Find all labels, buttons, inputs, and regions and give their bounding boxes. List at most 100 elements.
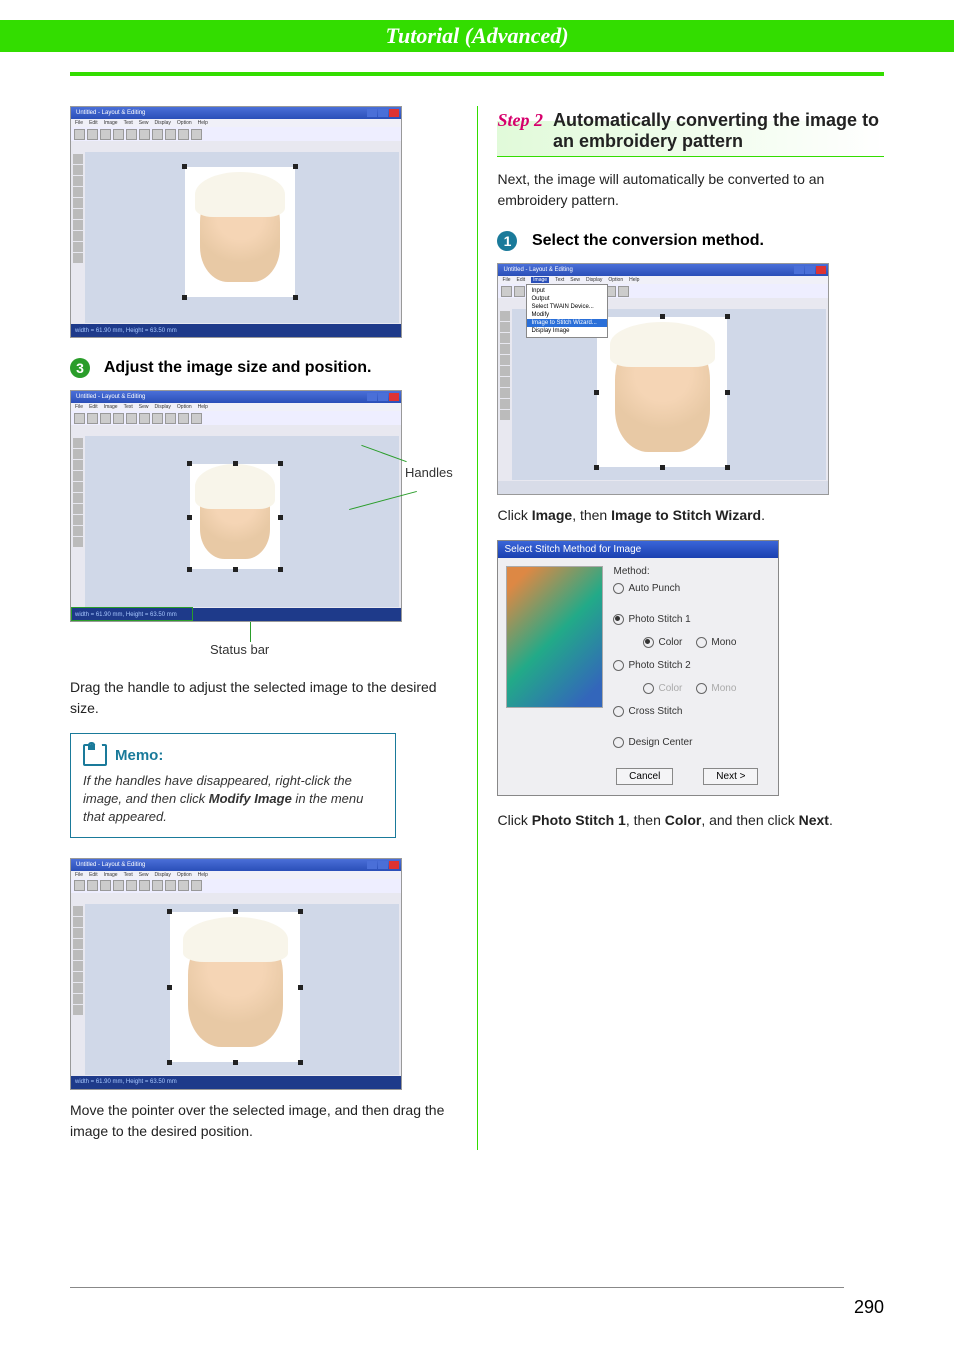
menu-text: Text	[124, 120, 133, 126]
radio-icon	[696, 683, 707, 694]
screenshot-image-loaded: Untitled - Layout & Editing File Edit Im…	[70, 106, 402, 338]
tool-icon	[178, 880, 189, 891]
side-tool-icon	[500, 333, 510, 343]
tool-icon	[178, 413, 189, 424]
side-tool-icon	[73, 961, 83, 971]
tool-icon	[178, 129, 189, 140]
click-image-wizard: Click Image, then Image to Stitch Wizard…	[497, 505, 884, 526]
handle-icon	[182, 164, 187, 169]
footer-rule	[70, 1287, 844, 1288]
face-image	[615, 332, 710, 452]
radio-icon[interactable]	[613, 660, 624, 671]
side-tool-icon	[73, 1005, 83, 1015]
memo-title: Memo:	[115, 747, 163, 764]
header-title: Tutorial (Advanced)	[385, 23, 568, 49]
step1-heading: 1 Select the conversion method.	[497, 231, 884, 251]
handle-icon	[293, 164, 298, 169]
handle-icon	[660, 314, 665, 319]
toolbar	[71, 411, 401, 425]
section-header: Step 2 Automatically converting the imag…	[497, 106, 884, 157]
tool-icon	[165, 880, 176, 891]
header-bar: Tutorial (Advanced)	[0, 20, 954, 52]
tool-sidebar	[72, 152, 84, 323]
cancel-button[interactable]: Cancel	[616, 768, 673, 785]
side-tool-icon	[500, 388, 510, 398]
tool-icon	[74, 880, 85, 891]
side-tool-icon	[73, 526, 83, 536]
tool-icon	[87, 413, 98, 424]
memo-header: Memo:	[83, 744, 383, 766]
side-tool-icon	[73, 154, 83, 164]
screenshot-move-image: Untitled - Layout & Editing FileEditImag…	[70, 858, 402, 1090]
side-tool-icon	[500, 322, 510, 332]
tool-icon	[152, 413, 163, 424]
side-tool-icon	[73, 906, 83, 916]
radio-icon[interactable]	[643, 637, 654, 648]
radio-icon[interactable]	[613, 583, 624, 594]
status-bar: width = 61.90 mm, Height = 63.50 mm	[71, 608, 401, 621]
handle-icon	[233, 909, 238, 914]
side-tool-icon	[73, 972, 83, 982]
tool-icon	[152, 129, 163, 140]
side-tool-icon	[73, 460, 83, 470]
handle-icon	[293, 295, 298, 300]
handle-icon	[298, 1060, 303, 1065]
radio-icon[interactable]	[613, 706, 624, 717]
step1-title: Select the conversion method.	[532, 232, 764, 249]
handle-icon	[594, 390, 599, 395]
click-photo-stitch: Click Photo Stitch 1, then Color, and th…	[497, 810, 884, 831]
menu-image: Image	[104, 120, 118, 126]
tool-icon	[514, 286, 525, 297]
tool-icon	[139, 880, 150, 891]
memo-icon	[83, 744, 107, 766]
radio-icon[interactable]	[613, 614, 624, 625]
side-tool-icon	[73, 515, 83, 525]
dropdown-menu: Input Output Select TWAIN Device... Modi…	[526, 284, 608, 338]
side-tool-icon	[500, 366, 510, 376]
opt-cross-stitch: Cross Stitch	[628, 706, 682, 717]
side-tool-icon	[500, 410, 510, 420]
opt-mono: Mono	[711, 637, 736, 648]
status-bar: width = 61.90 mm, Height = 63.50 mm	[71, 324, 401, 337]
handle-icon	[167, 909, 172, 914]
face-image	[188, 927, 283, 1047]
opt-photo-stitch-2: Photo Stitch 2	[628, 660, 690, 671]
canvas	[85, 152, 399, 323]
toolbar	[71, 127, 401, 141]
close-icon	[389, 109, 399, 117]
handle-icon	[182, 295, 187, 300]
status-text: width = 61.90 mm, Height = 63.50 mm	[75, 612, 177, 618]
radio-icon[interactable]	[696, 637, 707, 648]
tool-icon	[100, 880, 111, 891]
screenshot-with-handles: Untitled - Layout & Editing FileEditImag…	[70, 390, 402, 622]
imported-photo	[597, 317, 727, 467]
maximize-icon	[805, 266, 815, 274]
imported-photo	[170, 912, 300, 1062]
status-bar	[498, 481, 828, 494]
callout-line	[250, 622, 251, 642]
menubar: FileEditImageTextSewDisplayOptionHelp	[498, 276, 828, 284]
side-tool-icon	[73, 482, 83, 492]
status-bar: width = 61.90 mm, Height = 63.50 mm	[71, 1076, 401, 1089]
handle-icon	[594, 465, 599, 470]
menubar: File Edit Image Text Sew Display Option …	[71, 119, 401, 127]
tool-icon	[87, 129, 98, 140]
page-number: 290	[854, 1297, 884, 1318]
dialog-preview-image	[506, 566, 603, 708]
tool-icon	[501, 286, 512, 297]
opt-mono-2: Mono	[711, 683, 736, 694]
next-button[interactable]: Next >	[703, 768, 758, 785]
side-tool-icon	[73, 537, 83, 547]
side-tool-icon	[73, 198, 83, 208]
side-tool-icon	[73, 493, 83, 503]
handle-icon	[725, 465, 730, 470]
menubar: FileEditImageTextSewDisplayOptionHelp	[71, 403, 401, 411]
menu-option: Option	[177, 120, 192, 126]
tool-icon	[113, 880, 124, 891]
status-text: width = 61.90 mm, Height = 63.50 mm	[75, 1079, 177, 1085]
close-icon	[389, 861, 399, 869]
radio-icon[interactable]	[613, 737, 624, 748]
handle-icon	[187, 461, 192, 466]
memo-text: If the handles have disappeared, right-c…	[83, 772, 383, 827]
side-tool-icon	[500, 344, 510, 354]
